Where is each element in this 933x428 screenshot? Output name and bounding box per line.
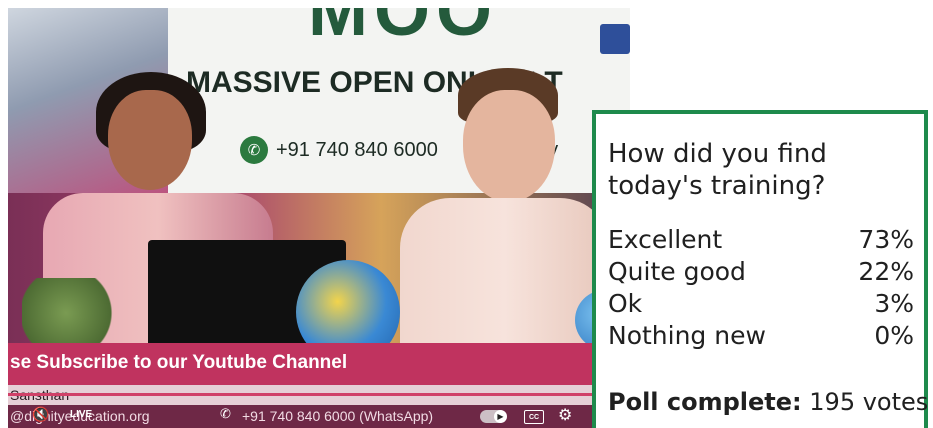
poll-vote-count: 195 votes bbox=[809, 388, 929, 416]
presenter-man-face bbox=[463, 90, 555, 202]
autoplay-toggle-icon[interactable]: ▶ bbox=[480, 410, 507, 423]
ticker-divider bbox=[8, 393, 630, 396]
contact-phone: +91 740 840 6000 (WhatsApp) bbox=[242, 408, 434, 424]
poll-status: Poll complete: 195 votes bbox=[608, 388, 928, 416]
poll-option: Nothing new 0% bbox=[608, 322, 914, 350]
phone-icon: ✆ bbox=[240, 136, 268, 164]
poll-option-label: Nothing new bbox=[608, 321, 766, 350]
poll-option-percent: 0% bbox=[874, 321, 914, 350]
mute-icon[interactable]: 🔇 bbox=[32, 407, 49, 423]
video-player[interactable]: MOO MASSIVE OPEN ONLINE T ✆ +91 740 840 … bbox=[8, 8, 630, 428]
presenter-woman-face bbox=[108, 90, 192, 190]
player-controls: @dignityeducation.org 🔇 LIVE ✆ +91 740 8… bbox=[8, 405, 630, 428]
phone-icon: ✆ bbox=[220, 407, 231, 422]
poll-option: Ok 3% bbox=[608, 290, 914, 318]
poll-option-percent: 73% bbox=[858, 225, 914, 254]
poll-option-label: Excellent bbox=[608, 225, 723, 254]
ticker-text: se Subscribe to our Youtube Channel bbox=[10, 352, 348, 373]
gear-icon[interactable]: ⚙ bbox=[558, 405, 572, 424]
poll-option-percent: 3% bbox=[874, 289, 914, 318]
plant bbox=[22, 278, 132, 348]
banner-logo-text: MOO bbox=[308, 8, 498, 51]
subscribe-ticker: se Subscribe to our Youtube Channel bbox=[8, 343, 630, 385]
play-icon: ▶ bbox=[494, 410, 507, 423]
poll-option-label: Quite good bbox=[608, 257, 746, 286]
poll-option-label: Ok bbox=[608, 289, 643, 318]
captions-icon[interactable]: CC bbox=[524, 410, 544, 424]
poll-option: Quite good 22% bbox=[608, 258, 914, 286]
poll-option: Excellent 73% bbox=[608, 226, 914, 254]
banner-phone-number: +91 740 840 6000 bbox=[276, 138, 438, 161]
poll-status-label: Poll complete: bbox=[608, 388, 802, 416]
poll-panel: How did you find today's training? Excel… bbox=[592, 110, 928, 428]
poll-question: How did you find today's training? bbox=[608, 139, 827, 201]
organization-logo bbox=[600, 24, 630, 54]
live-badge[interactable]: LIVE bbox=[70, 409, 92, 420]
poll-option-percent: 22% bbox=[858, 257, 914, 286]
